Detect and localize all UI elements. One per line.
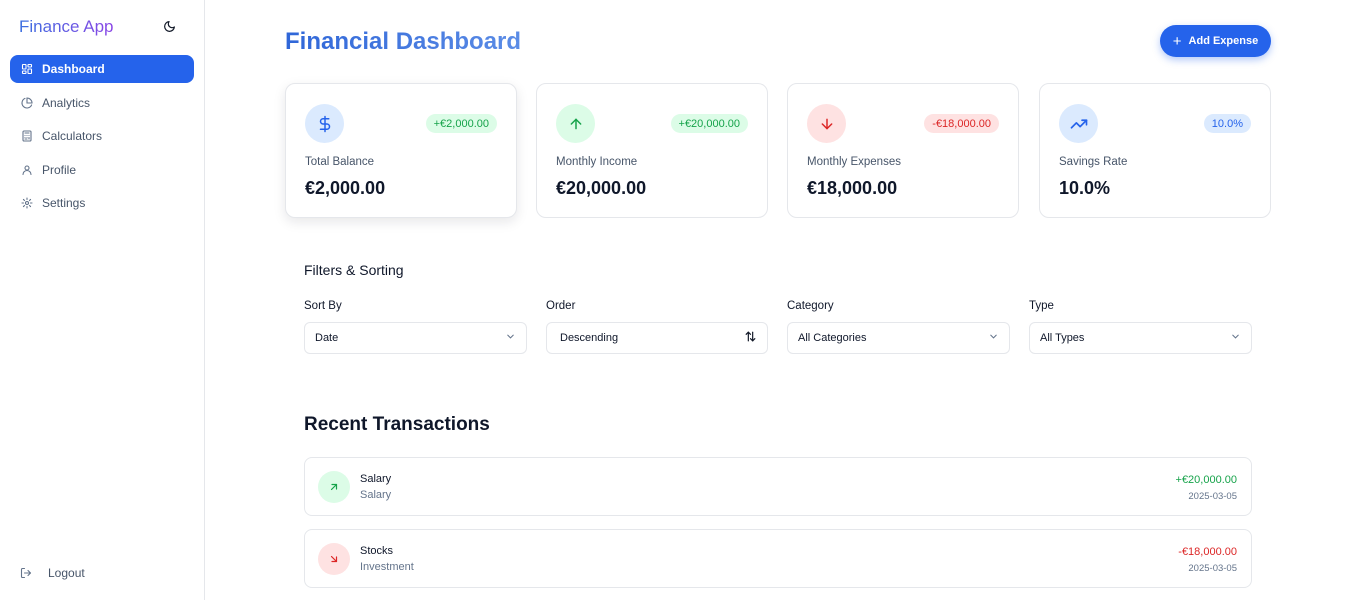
filter-label: Order — [546, 300, 576, 312]
type-filter: Type All Types — [1029, 300, 1252, 354]
sort-by-select[interactable]: Date — [304, 322, 527, 354]
transaction-amount: -€18,000.00 — [1178, 546, 1237, 558]
sidebar-item-calculators[interactable]: Calculators — [10, 122, 194, 150]
user-icon — [20, 163, 33, 176]
stat-badge: +€2,000.00 — [425, 114, 497, 133]
type-select[interactable]: All Types — [1029, 322, 1252, 354]
filter-label: Type — [1029, 300, 1054, 312]
stat-label: Monthly Income — [556, 156, 638, 168]
sort-arrows-icon — [744, 330, 757, 346]
sidebar-item-label: Dashboard — [42, 62, 105, 76]
stat-label: Savings Rate — [1059, 156, 1128, 168]
sidebar: Finance App Dashboard Analytics Calculat… — [0, 0, 205, 600]
order-toggle[interactable]: Descending — [546, 322, 768, 354]
filter-label: Sort By — [304, 300, 342, 312]
transaction-category: Salary — [360, 489, 392, 501]
transaction-name: Stocks — [360, 545, 394, 557]
select-value: All Types — [1040, 332, 1085, 344]
stat-label: Monthly Expenses — [807, 156, 901, 168]
stat-badge: 10.0% — [1203, 114, 1251, 133]
sidebar-item-label: Analytics — [42, 95, 91, 110]
stat-card-monthly-income: +€20,000.00 Monthly Income €20,000.00 — [536, 83, 768, 218]
select-value: Descending — [560, 332, 619, 344]
trending-up-icon — [1059, 104, 1098, 143]
arrow-down-icon — [807, 104, 846, 143]
moon-icon[interactable] — [160, 17, 178, 35]
transaction-row[interactable]: Salary Salary +€20,000.00 2025-03-05 — [304, 457, 1252, 516]
select-value: Date — [315, 332, 339, 344]
gear-icon — [20, 197, 33, 210]
transaction-date: 2025-03-05 — [1188, 563, 1237, 574]
dollar-icon — [305, 104, 344, 143]
filters-title: Filters & Sorting — [304, 262, 404, 278]
chevron-down-icon — [988, 331, 999, 345]
stat-card-monthly-expenses: -€18,000.00 Monthly Expenses €18,000.00 — [787, 83, 1019, 218]
stat-value: €2,000.00 — [305, 178, 386, 198]
arrow-up-right-icon — [318, 471, 350, 503]
stat-badge: +€20,000.00 — [670, 114, 748, 133]
category-filter: Category All Categories — [787, 300, 1010, 354]
select-value: All Categories — [798, 332, 867, 344]
transactions-title: Recent Transactions — [304, 414, 490, 435]
page-title: Financial Dashboard — [285, 28, 522, 55]
sidebar-item-dashboard[interactable]: Dashboard — [10, 55, 194, 83]
sidebar-item-profile[interactable]: Profile — [10, 156, 194, 184]
chevron-down-icon — [1230, 331, 1241, 345]
logout-label: Logout — [48, 566, 85, 580]
filter-label: Category — [787, 300, 834, 312]
calculator-icon — [20, 130, 33, 143]
stat-value: 10.0% — [1059, 178, 1111, 198]
sidebar-nav: Dashboard Analytics Calculators Profile … — [10, 55, 194, 223]
sidebar-item-label: Calculators — [42, 129, 103, 143]
sidebar-item-label: Profile — [42, 162, 77, 177]
stat-value: €20,000.00 — [556, 178, 647, 198]
stat-label: Total Balance — [305, 156, 375, 168]
stat-badge: -€18,000.00 — [924, 114, 999, 133]
chevron-down-icon — [505, 331, 516, 345]
transaction-date: 2025-03-05 — [1188, 491, 1237, 502]
logout-icon — [20, 567, 33, 580]
order-filter: Order Descending — [546, 300, 768, 354]
transaction-name: Salary — [360, 473, 392, 485]
stat-value: €18,000.00 — [807, 178, 898, 198]
sidebar-item-label: Settings — [42, 196, 86, 210]
app-name: Finance App — [19, 17, 114, 36]
stat-card-total-balance: +€2,000.00 Total Balance €2,000.00 — [285, 83, 517, 218]
transaction-row[interactable]: Stocks Investment -€18,000.00 2025-03-05 — [304, 529, 1252, 588]
sidebar-item-settings[interactable]: Settings — [10, 189, 194, 217]
add-expense-label: Add Expense — [1188, 35, 1259, 47]
layout-grid-icon — [20, 63, 33, 76]
stat-card-savings-rate: 10.0% Savings Rate 10.0% — [1039, 83, 1271, 218]
pie-chart-icon — [20, 96, 33, 109]
transaction-category: Investment — [360, 561, 414, 573]
add-expense-button[interactable]: + Add Expense — [1160, 25, 1271, 57]
category-select[interactable]: All Categories — [787, 322, 1010, 354]
transaction-amount: +€20,000.00 — [1175, 474, 1237, 486]
arrow-down-right-icon — [318, 543, 350, 575]
sort-by-filter: Sort By Date — [304, 300, 527, 354]
sidebar-item-analytics[interactable]: Analytics — [10, 89, 194, 117]
plus-icon: + — [1172, 32, 1182, 50]
logout-button[interactable]: Logout — [20, 566, 85, 580]
arrow-up-icon — [556, 104, 595, 143]
